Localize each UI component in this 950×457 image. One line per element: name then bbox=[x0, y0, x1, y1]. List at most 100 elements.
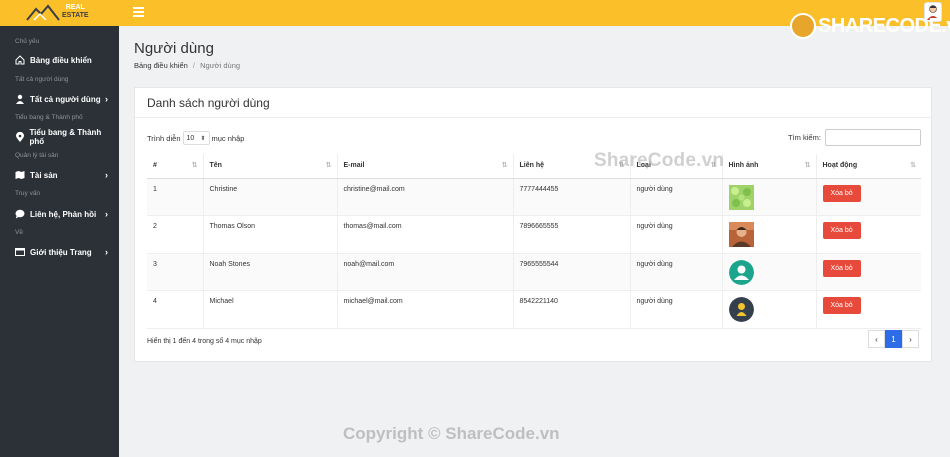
brand-logo[interactable]: REAL ESTATE bbox=[0, 0, 119, 26]
cell-contact: 8542221140 bbox=[513, 290, 631, 329]
sidebar-section-about: Về bbox=[15, 229, 23, 236]
sidebar: Chủ yếu Bảng điều khiển Tất cả người dùn… bbox=[0, 26, 119, 457]
card-title: Danh sách người dùng bbox=[135, 88, 931, 118]
cell-image bbox=[722, 178, 817, 216]
page-size-control: Trình diễn 10 ⬍ mục nhập bbox=[147, 131, 244, 145]
sidebar-item-label: Tất cả người dùng bbox=[30, 94, 101, 104]
column-header-id[interactable]: # ⇅ bbox=[147, 154, 204, 179]
sort-icon: ⇅ bbox=[325, 162, 332, 169]
cell-id: 4 bbox=[147, 290, 204, 329]
updown-arrow-icon: ⬍ bbox=[200, 135, 206, 142]
sidebar-item-property[interactable]: Tài sản › bbox=[14, 168, 114, 182]
sort-icon: ⇅ bbox=[804, 162, 811, 169]
delete-button[interactable]: Xóa bỏ bbox=[822, 222, 861, 239]
cell-id: 3 bbox=[147, 253, 204, 291]
user-list-card: Danh sách người dùng Trình diễn 10 ⬍ mục… bbox=[134, 87, 932, 362]
table-row: 1 Christine christine@mail.com 777744445… bbox=[147, 178, 921, 216]
show-label: Trình diễn bbox=[147, 133, 181, 143]
delete-button[interactable]: Xóa bỏ bbox=[822, 184, 861, 202]
sidebar-item-label: Tài sản bbox=[30, 170, 58, 180]
pagination: ‹ 1 › bbox=[868, 330, 919, 348]
sidebar-item-states[interactable]: Tiểu bang & Thành phố bbox=[14, 128, 114, 146]
prev-page-button[interactable]: ‹ bbox=[868, 330, 885, 348]
page-size-select[interactable]: 10 ⬍ bbox=[182, 131, 210, 145]
cell-email: thomas@mail.com bbox=[337, 215, 514, 254]
sort-icon: ⇅ bbox=[910, 162, 916, 169]
user-avatar-dark bbox=[728, 297, 754, 322]
delete-button[interactable]: Xóa bỏ bbox=[822, 297, 861, 314]
watermark-logo-text: SHARECODE.vn bbox=[818, 15, 950, 37]
watermark-logo: SHARECODE.vn bbox=[790, 12, 950, 42]
cell-action: Xóa bỏ bbox=[816, 253, 921, 291]
watermark-bottom: Copyright © ShareCode.vn bbox=[343, 424, 560, 443]
cell-action: Xóa bỏ bbox=[816, 178, 921, 216]
cell-id: 2 bbox=[147, 215, 204, 254]
sort-icon: ⇅ bbox=[501, 162, 508, 169]
chevron-right-icon: › bbox=[105, 94, 108, 104]
search-control: Tìm kiếm: bbox=[788, 129, 921, 146]
table-row: 3 Noah Stones noah@mail.com 7965555544 n… bbox=[147, 253, 921, 291]
cell-contact: 7965555544 bbox=[513, 253, 631, 291]
cell-image bbox=[722, 253, 817, 291]
cell-name: Thomas Olson bbox=[203, 215, 338, 254]
sidebar-item-label: Giới thiệu Trang bbox=[30, 247, 92, 257]
cell-name: Noah Stones bbox=[203, 253, 338, 291]
page-title: Người dùng bbox=[134, 40, 214, 57]
users-table: # ⇅ Tên ⇅ E-mail ⇅ Liên hệ ⇅ Loại ⇅ Hình ảnh ⇅… bbox=[147, 154, 921, 329]
page-size-value: 10 bbox=[186, 134, 195, 142]
breadcrumb-home[interactable]: Bảng điều khiển bbox=[134, 61, 188, 70]
cell-name: Michael bbox=[203, 290, 338, 329]
brand-line2: ESTATE bbox=[62, 12, 89, 19]
cell-type: người dùng bbox=[630, 215, 723, 254]
cell-type: người dùng bbox=[630, 253, 723, 291]
chevron-right-icon: › bbox=[105, 170, 108, 180]
cell-type: người dùng bbox=[630, 290, 723, 329]
table-info: Hiển thị 1 đến 4 trong số 4 mục nhập bbox=[147, 338, 262, 345]
cell-id: 1 bbox=[147, 178, 204, 216]
sidebar-item-dashboard[interactable]: Bảng điều khiển bbox=[14, 53, 114, 67]
sidebar-item-about[interactable]: Giới thiệu Trang › bbox=[14, 245, 114, 259]
cell-contact: 7777444455 bbox=[513, 178, 631, 216]
chevron-right-icon: › bbox=[105, 209, 108, 219]
column-header-image[interactable]: Hình ảnh ⇅ bbox=[722, 154, 817, 179]
column-header-action[interactable]: Hoạt động ⇅ bbox=[816, 154, 921, 179]
sidebar-item-label: Liên hệ, Phản hồi bbox=[30, 209, 97, 219]
map-pin-icon bbox=[14, 132, 25, 143]
sidebar-item-label: Tiểu bang & Thành phố bbox=[29, 128, 102, 146]
chevron-right-icon: › bbox=[105, 247, 108, 257]
cell-email: christine@mail.com bbox=[337, 178, 514, 216]
cell-action: Xóa bỏ bbox=[816, 290, 921, 329]
sidebar-item-users[interactable]: Tất cả người dùng › bbox=[14, 92, 114, 106]
table-header-row: # ⇅ Tên ⇅ E-mail ⇅ Liên hệ ⇅ Loại ⇅ Hình ảnh ⇅… bbox=[147, 154, 921, 179]
entries-label: mục nhập bbox=[211, 133, 245, 143]
next-page-button[interactable]: › bbox=[902, 330, 919, 348]
home-icon bbox=[14, 55, 26, 66]
breadcrumb-current: Người dùng bbox=[200, 61, 241, 70]
table-row: 4 Michael michael@mail.com 8542221140 ng… bbox=[147, 290, 921, 329]
window-icon bbox=[14, 247, 26, 258]
sharecode-logo-icon bbox=[790, 13, 816, 39]
column-header-email[interactable]: E-mail ⇅ bbox=[337, 154, 514, 179]
page-1-button[interactable]: 1 bbox=[885, 330, 902, 348]
user-image-photo bbox=[728, 222, 754, 247]
cell-email: noah@mail.com bbox=[337, 253, 514, 291]
breadcrumb: Bảng điều khiển / Người dùng bbox=[134, 61, 240, 70]
cell-email: michael@mail.com bbox=[337, 290, 514, 329]
mountain-logo-icon bbox=[26, 4, 60, 21]
sidebar-section-users: Tất cả người dùng bbox=[15, 76, 69, 83]
cell-name: Christine bbox=[203, 178, 338, 216]
user-icon bbox=[14, 94, 26, 105]
table-row: 2 Thomas Olson thomas@mail.com 789666555… bbox=[147, 215, 921, 254]
watermark-middle: ShareCode.vn bbox=[594, 150, 725, 171]
sidebar-section-property: Quản lý tài sản bbox=[15, 152, 59, 159]
search-label: Tìm kiếm: bbox=[788, 133, 821, 142]
column-header-name[interactable]: Tên ⇅ bbox=[203, 154, 338, 179]
search-input[interactable] bbox=[824, 129, 921, 146]
delete-button[interactable]: Xóa bỏ bbox=[822, 259, 861, 277]
sidebar-item-contact[interactable]: Liên hệ, Phản hồi › bbox=[14, 207, 114, 221]
chat-icon bbox=[14, 209, 26, 220]
menu-toggle-icon[interactable] bbox=[133, 7, 144, 17]
sidebar-section-states: Tiểu bang & Thành phố bbox=[15, 114, 83, 121]
cell-image bbox=[722, 215, 817, 254]
breadcrumb-separator: / bbox=[192, 61, 195, 70]
